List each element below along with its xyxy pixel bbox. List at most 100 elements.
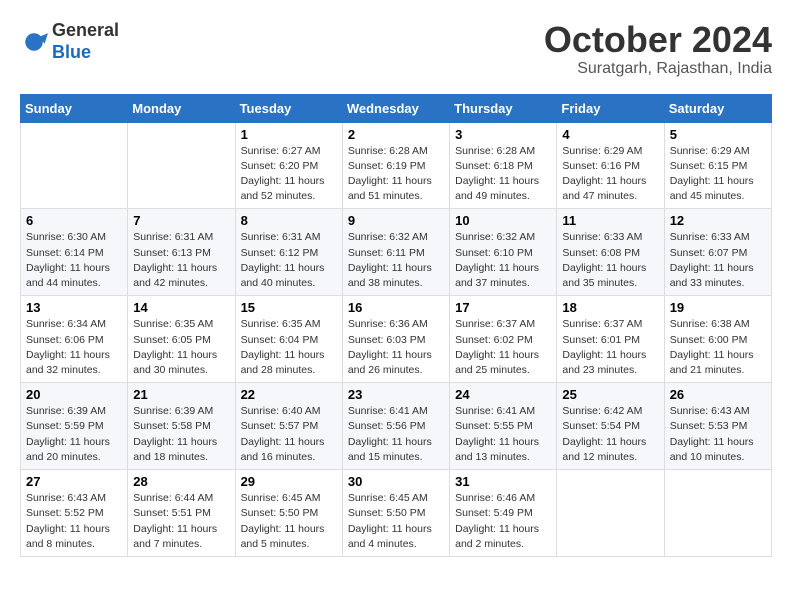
calendar-cell: 31 Sunrise: 6:46 AM Sunset: 5:49 PM Dayli… (450, 470, 557, 557)
calendar-cell: 8Sunrise: 6:31 AM Sunset: 6:12 PM Daylig… (235, 209, 342, 296)
calendar-cell: 1 Sunrise: 6:27 AM Sunset: 6:20 PM Daylig… (235, 122, 342, 209)
calendar-cell: 13Sunrise: 6:34 AM Sunset: 6:06 PM Dayli… (21, 296, 128, 383)
day-number: 2 (348, 127, 444, 142)
day-number: 28 (133, 474, 229, 489)
day-info: Sunrise: 6:43 AM Sunset: 5:52 PM Dayligh… (26, 491, 122, 552)
day-number: 12 (670, 213, 766, 228)
calendar-table: SundayMondayTuesdayWednesdayThursdayFrid… (20, 94, 772, 557)
day-number: 10 (455, 213, 551, 228)
day-info: Sunrise: 6:37 AM Sunset: 6:01 PM Dayligh… (562, 317, 658, 378)
calendar-cell: 27 Sunrise: 6:43 AM Sunset: 5:52 PM Dayli… (21, 470, 128, 557)
day-info: Sunrise: 6:33 AM Sunset: 6:07 PM Dayligh… (670, 230, 766, 291)
logo-text: General Blue (52, 20, 119, 63)
day-info: Sunrise: 6:36 AM Sunset: 6:03 PM Dayligh… (348, 317, 444, 378)
day-header-sunday: Sunday (21, 94, 128, 122)
calendar-cell: 5 Sunrise: 6:29 AM Sunset: 6:15 PM Daylig… (664, 122, 771, 209)
day-info: Sunrise: 6:45 AM Sunset: 5:50 PM Dayligh… (348, 491, 444, 552)
calendar-week-2: 6Sunrise: 6:30 AM Sunset: 6:14 PM Daylig… (21, 209, 772, 296)
day-number: 27 (26, 474, 122, 489)
day-number: 5 (670, 127, 766, 142)
calendar-cell: 4 Sunrise: 6:29 AM Sunset: 6:16 PM Daylig… (557, 122, 664, 209)
day-info: Sunrise: 6:29 AM Sunset: 6:16 PM Dayligh… (562, 144, 658, 205)
day-number: 30 (348, 474, 444, 489)
day-number: 1 (241, 127, 337, 142)
day-number: 3 (455, 127, 551, 142)
day-number: 21 (133, 387, 229, 402)
day-info: Sunrise: 6:42 AM Sunset: 5:54 PM Dayligh… (562, 404, 658, 465)
calendar-cell (21, 122, 128, 209)
calendar-cell: 20 Sunrise: 6:39 AM Sunset: 5:59 PM Dayli… (21, 383, 128, 470)
day-number: 6 (26, 213, 122, 228)
day-number: 14 (133, 300, 229, 315)
logo: General Blue (20, 20, 119, 63)
day-info: Sunrise: 6:27 AM Sunset: 6:20 PM Dayligh… (241, 144, 337, 205)
day-header-thursday: Thursday (450, 94, 557, 122)
calendar-cell: 18 Sunrise: 6:37 AM Sunset: 6:01 PM Dayli… (557, 296, 664, 383)
day-info: Sunrise: 6:28 AM Sunset: 6:19 PM Dayligh… (348, 144, 444, 205)
day-info: Sunrise: 6:43 AM Sunset: 5:53 PM Dayligh… (670, 404, 766, 465)
calendar-week-3: 13Sunrise: 6:34 AM Sunset: 6:06 PM Dayli… (21, 296, 772, 383)
day-number: 29 (241, 474, 337, 489)
day-number: 11 (562, 213, 658, 228)
day-number: 4 (562, 127, 658, 142)
day-number: 9 (348, 213, 444, 228)
calendar-cell: 17Sunrise: 6:37 AM Sunset: 6:02 PM Dayli… (450, 296, 557, 383)
calendar-cell: 25Sunrise: 6:42 AM Sunset: 5:54 PM Dayli… (557, 383, 664, 470)
calendar-cell: 14 Sunrise: 6:35 AM Sunset: 6:05 PM Dayli… (128, 296, 235, 383)
day-number: 13 (26, 300, 122, 315)
calendar-cell: 19 Sunrise: 6:38 AM Sunset: 6:00 PM Dayli… (664, 296, 771, 383)
calendar-cell: 7Sunrise: 6:31 AM Sunset: 6:13 PM Daylig… (128, 209, 235, 296)
logo-general: General (52, 20, 119, 40)
calendar-cell: 15 Sunrise: 6:35 AM Sunset: 6:04 PM Dayli… (235, 296, 342, 383)
day-info: Sunrise: 6:39 AM Sunset: 5:59 PM Dayligh… (26, 404, 122, 465)
day-number: 18 (562, 300, 658, 315)
day-info: Sunrise: 6:32 AM Sunset: 6:11 PM Dayligh… (348, 230, 444, 291)
day-header-tuesday: Tuesday (235, 94, 342, 122)
title-block: October 2024 Suratgarh, Rajasthan, India (544, 20, 772, 78)
logo-icon (20, 28, 48, 56)
day-number: 15 (241, 300, 337, 315)
day-info: Sunrise: 6:35 AM Sunset: 6:05 PM Dayligh… (133, 317, 229, 378)
calendar-cell (664, 470, 771, 557)
day-info: Sunrise: 6:32 AM Sunset: 6:10 PM Dayligh… (455, 230, 551, 291)
calendar-week-1: 1 Sunrise: 6:27 AM Sunset: 6:20 PM Daylig… (21, 122, 772, 209)
calendar-cell: 16 Sunrise: 6:36 AM Sunset: 6:03 PM Dayli… (342, 296, 449, 383)
calendar-cell: 3 Sunrise: 6:28 AM Sunset: 6:18 PM Daylig… (450, 122, 557, 209)
month-title: October 2024 (544, 20, 772, 60)
calendar-cell: 12 Sunrise: 6:33 AM Sunset: 6:07 PM Dayli… (664, 209, 771, 296)
day-info: Sunrise: 6:45 AM Sunset: 5:50 PM Dayligh… (241, 491, 337, 552)
day-info: Sunrise: 6:33 AM Sunset: 6:08 PM Dayligh… (562, 230, 658, 291)
page-header: General Blue October 2024 Suratgarh, Raj… (20, 20, 772, 78)
logo-blue: Blue (52, 42, 91, 62)
day-number: 22 (241, 387, 337, 402)
calendar-cell: 24Sunrise: 6:41 AM Sunset: 5:55 PM Dayli… (450, 383, 557, 470)
day-info: Sunrise: 6:46 AM Sunset: 5:49 PM Dayligh… (455, 491, 551, 552)
day-info: Sunrise: 6:29 AM Sunset: 6:15 PM Dayligh… (670, 144, 766, 205)
location-subtitle: Suratgarh, Rajasthan, India (544, 60, 772, 78)
day-info: Sunrise: 6:31 AM Sunset: 6:12 PM Dayligh… (241, 230, 337, 291)
day-number: 7 (133, 213, 229, 228)
day-info: Sunrise: 6:28 AM Sunset: 6:18 PM Dayligh… (455, 144, 551, 205)
day-header-saturday: Saturday (664, 94, 771, 122)
calendar-cell: 9 Sunrise: 6:32 AM Sunset: 6:11 PM Daylig… (342, 209, 449, 296)
day-number: 20 (26, 387, 122, 402)
day-header-wednesday: Wednesday (342, 94, 449, 122)
day-info: Sunrise: 6:39 AM Sunset: 5:58 PM Dayligh… (133, 404, 229, 465)
day-number: 17 (455, 300, 551, 315)
day-header-monday: Monday (128, 94, 235, 122)
day-info: Sunrise: 6:35 AM Sunset: 6:04 PM Dayligh… (241, 317, 337, 378)
day-header-friday: Friday (557, 94, 664, 122)
calendar-cell (128, 122, 235, 209)
calendar-cell: 30 Sunrise: 6:45 AM Sunset: 5:50 PM Dayli… (342, 470, 449, 557)
calendar-cell: 22 Sunrise: 6:40 AM Sunset: 5:57 PM Dayli… (235, 383, 342, 470)
calendar-cell (557, 470, 664, 557)
day-info: Sunrise: 6:44 AM Sunset: 5:51 PM Dayligh… (133, 491, 229, 552)
day-info: Sunrise: 6:40 AM Sunset: 5:57 PM Dayligh… (241, 404, 337, 465)
day-number: 19 (670, 300, 766, 315)
day-info: Sunrise: 6:38 AM Sunset: 6:00 PM Dayligh… (670, 317, 766, 378)
day-number: 31 (455, 474, 551, 489)
calendar-cell: 29 Sunrise: 6:45 AM Sunset: 5:50 PM Dayli… (235, 470, 342, 557)
day-number: 23 (348, 387, 444, 402)
day-number: 16 (348, 300, 444, 315)
day-info: Sunrise: 6:41 AM Sunset: 5:56 PM Dayligh… (348, 404, 444, 465)
